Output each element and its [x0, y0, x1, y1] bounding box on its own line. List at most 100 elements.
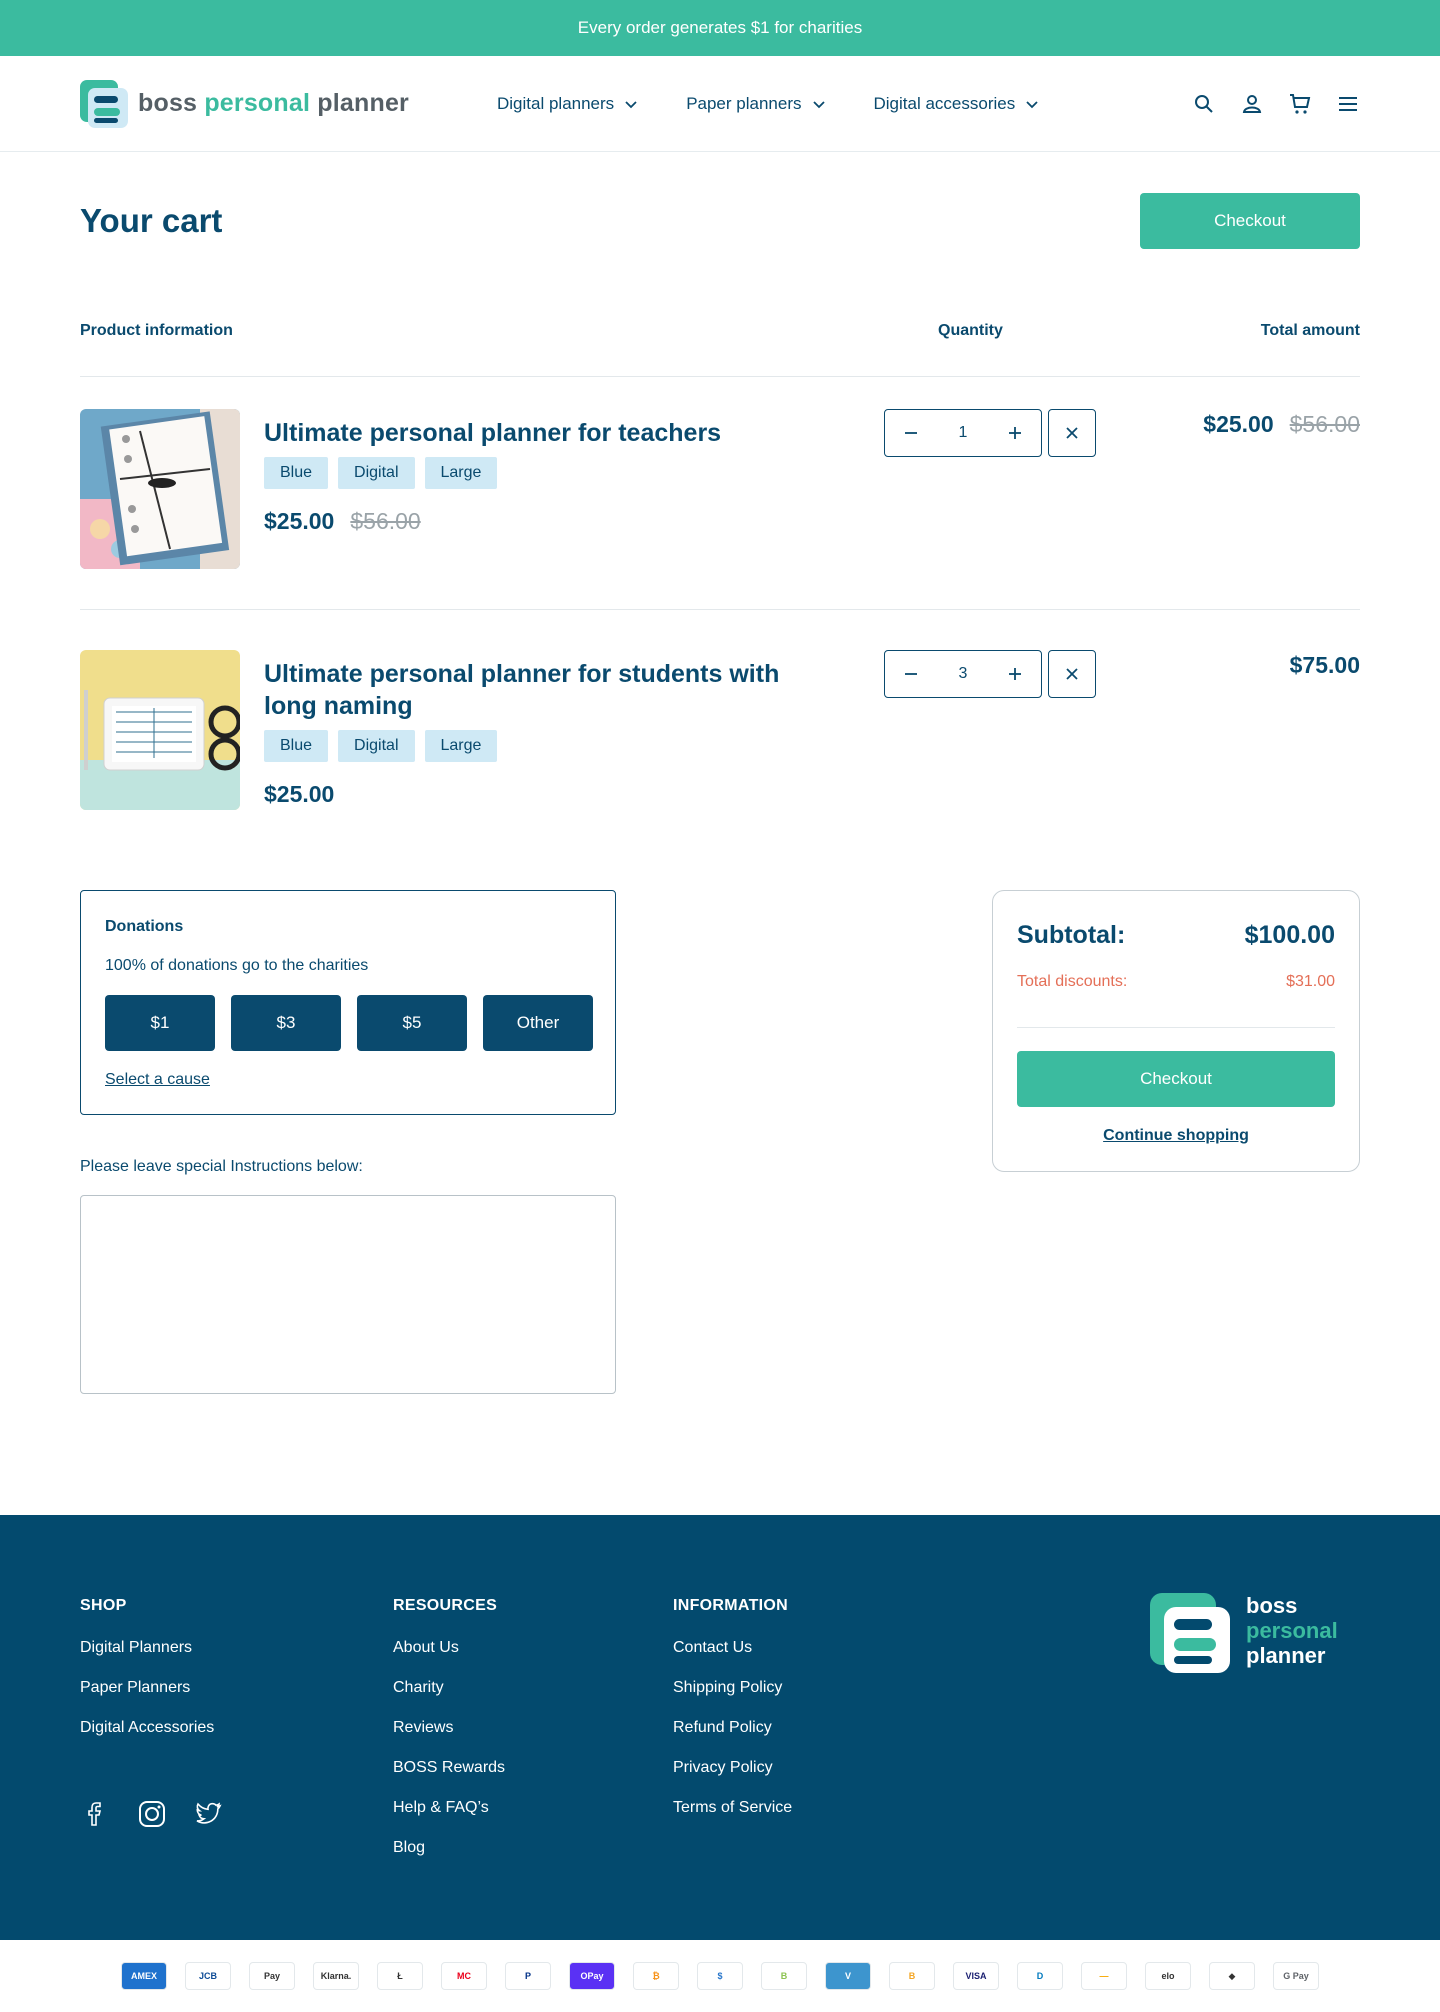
remove-item-button[interactable]: [1048, 409, 1096, 457]
current-price: $25.00: [264, 508, 335, 534]
klarna-icon: Klarna.: [313, 1962, 359, 1990]
line-total: $25.00 $56.00: [1203, 411, 1360, 438]
footer-link-help[interactable]: Help & FAQ’s: [393, 1799, 505, 1839]
donations-box: Donations 100% of donations go to the ch…: [80, 890, 616, 1115]
footer-link-privacy[interactable]: Privacy Policy: [673, 1759, 792, 1799]
discount-value: $31.00: [1286, 973, 1335, 990]
footer-brand-name: boss personal planner: [1246, 1593, 1338, 1668]
footer-link-digital-planners[interactable]: Digital Planners: [80, 1639, 214, 1679]
instagram-icon[interactable]: [136, 1798, 168, 1830]
search-icon[interactable]: [1192, 92, 1216, 116]
column-header-product: Product information: [80, 322, 233, 339]
tag-size: Large: [424, 730, 498, 762]
nav-digital-accessories[interactable]: Digital accessories: [874, 94, 1040, 114]
announcement-text: Every order generates $1 for charities: [577, 18, 863, 37]
main-nav: Digital planners Paper planners Digital …: [497, 56, 1087, 152]
remove-item-button[interactable]: [1048, 650, 1096, 698]
footer-heading: SHOP: [80, 1597, 127, 1614]
increase-button[interactable]: [1005, 423, 1025, 443]
product-image[interactable]: [80, 650, 240, 810]
subtotal-label: Subtotal:: [1017, 921, 1126, 949]
footer-link-paper-planners[interactable]: Paper Planners: [80, 1679, 214, 1719]
footer-resources-column: RESOURCES About Us Charity Reviews BOSS …: [393, 1597, 505, 1879]
product-image[interactable]: [80, 409, 240, 569]
decrease-button[interactable]: [901, 423, 921, 443]
venmo-icon: V: [825, 1962, 871, 1990]
visa-icon: VISA: [953, 1962, 999, 1990]
decrease-button[interactable]: [901, 664, 921, 684]
product-tags: Blue Digital Large: [264, 457, 498, 489]
payment-methods: AMEX JCB Pay Klarna. Ł MC P OPay ₿ $ B V…: [0, 1940, 1440, 2012]
cart-item: Ultimate personal planner for students w…: [80, 650, 1360, 810]
shop-pay-icon: OPay: [569, 1962, 615, 1990]
donation-5-button[interactable]: $5: [357, 995, 467, 1051]
product-title[interactable]: Ultimate personal planner for students w…: [264, 658, 784, 722]
subtotal-value: $100.00: [1244, 921, 1335, 949]
footer-logo[interactable]: boss personal planner: [1150, 1593, 1338, 1675]
donation-3-button[interactable]: $3: [231, 995, 341, 1051]
site-header: boss personal planner Digital planners P…: [0, 56, 1440, 152]
close-icon: [1066, 427, 1078, 439]
checkout-button[interactable]: Checkout: [1140, 193, 1360, 249]
increase-button[interactable]: [1005, 664, 1025, 684]
footer-link-about[interactable]: About Us: [393, 1639, 505, 1679]
product-title[interactable]: Ultimate personal planner for teachers: [264, 417, 784, 449]
column-header-total: Total amount: [1260, 322, 1360, 339]
donation-1-button[interactable]: $1: [105, 995, 215, 1051]
summary-checkout-button[interactable]: Checkout: [1017, 1051, 1335, 1107]
chevron-down-icon: [625, 101, 637, 109]
tag-color: Blue: [264, 730, 329, 762]
footer-link-terms[interactable]: Terms of Service: [673, 1799, 792, 1839]
footer-link-contact[interactable]: Contact Us: [673, 1639, 792, 1679]
page-title: Your cart: [80, 202, 223, 239]
logo-icon: [80, 79, 128, 128]
footer-link-shipping[interactable]: Shipping Policy: [673, 1679, 792, 1719]
select-cause-link[interactable]: Select a cause: [105, 1071, 210, 1089]
bitcoin-cash-icon: B: [761, 1962, 807, 1990]
footer-link-rewards[interactable]: BOSS Rewards: [393, 1759, 505, 1799]
logo-icon: [1150, 1593, 1230, 1673]
chevron-down-icon: [1026, 101, 1038, 109]
mastercard-icon: MC: [441, 1962, 487, 1990]
close-icon: [1066, 668, 1078, 680]
donations-subtitle: 100% of donations go to the charities: [105, 957, 369, 974]
footer-link-reviews[interactable]: Reviews: [393, 1719, 505, 1759]
column-header-quantity: Quantity: [938, 322, 1003, 339]
footer-information-column: INFORMATION Contact Us Shipping Policy R…: [673, 1597, 792, 1839]
cart-item: Ultimate personal planner for teachers B…: [80, 409, 1360, 569]
continue-shopping-link[interactable]: Continue shopping: [993, 1127, 1359, 1145]
twitter-icon[interactable]: [192, 1798, 224, 1830]
footer-link-charity[interactable]: Charity: [393, 1679, 505, 1719]
instructions-label: Please leave special Instructions below:: [80, 1158, 363, 1175]
footer-link-refund[interactable]: Refund Policy: [673, 1719, 792, 1759]
header-actions: [1192, 56, 1360, 152]
brand-logo[interactable]: boss personal planner: [80, 79, 409, 128]
product-price: $25.00: [264, 781, 334, 808]
footer-heading: INFORMATION: [673, 1597, 788, 1614]
donation-other-button[interactable]: Other: [483, 995, 593, 1051]
footer-link-digital-accessories[interactable]: Digital Accessories: [80, 1719, 214, 1759]
social-links: [80, 1798, 224, 1830]
menu-icon[interactable]: [1336, 92, 1360, 116]
footer-link-blog[interactable]: Blog: [393, 1839, 505, 1879]
instructions-textarea[interactable]: [80, 1195, 616, 1394]
litecoin-icon: Ł: [377, 1962, 423, 1990]
original-price: $56.00: [350, 508, 421, 534]
tag-type: Digital: [338, 457, 415, 489]
maestro-icon: —: [1081, 1962, 1127, 1990]
quantity-stepper: 3: [884, 650, 1042, 698]
account-icon[interactable]: [1240, 92, 1264, 116]
nav-paper-planners[interactable]: Paper planners: [686, 94, 825, 114]
site-footer: SHOP Digital Planners Paper Planners Dig…: [0, 1515, 1440, 1940]
quantity-value[interactable]: 3: [959, 665, 968, 683]
line-total-original: $56.00: [1289, 411, 1360, 437]
quantity-value[interactable]: 1: [959, 424, 968, 442]
line-total-value: $25.00: [1203, 411, 1274, 437]
google-pay-icon: G Pay: [1273, 1962, 1319, 1990]
facebook-icon[interactable]: [80, 1798, 112, 1830]
divider: [1017, 1027, 1335, 1028]
nav-digital-planners[interactable]: Digital planners: [497, 94, 638, 114]
line-total: $75.00: [1290, 652, 1360, 679]
cart-icon[interactable]: [1288, 92, 1312, 116]
tag-type: Digital: [338, 730, 415, 762]
